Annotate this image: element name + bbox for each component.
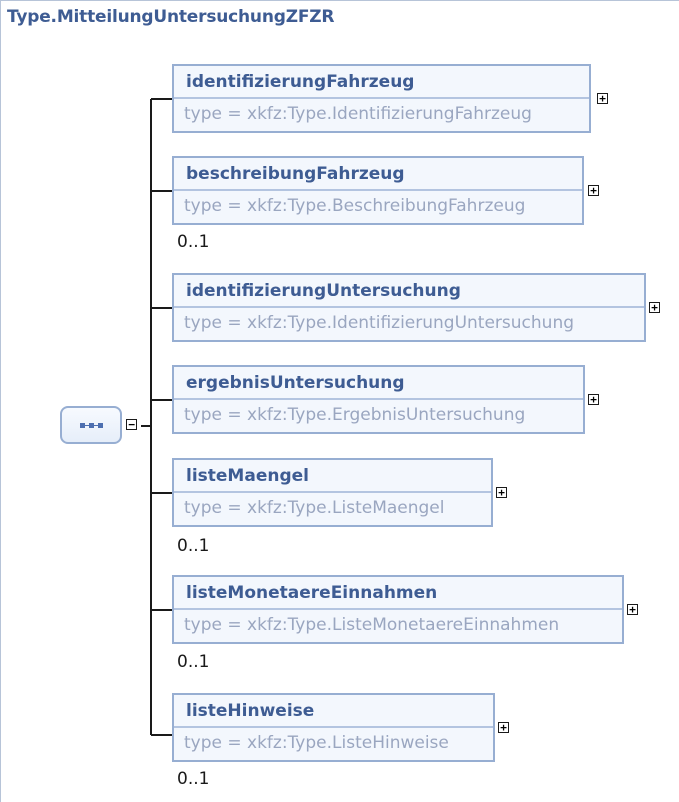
occurrence-label: 0..1 <box>177 232 210 252</box>
sequence-connector-stub <box>141 425 151 427</box>
expand-toggle-icon[interactable]: + <box>496 487 507 498</box>
expand-toggle-icon[interactable]: + <box>588 394 599 405</box>
element-type: type = xkfz:Type.ListeMaengel <box>184 498 445 518</box>
occurrence-label: 0..1 <box>177 652 210 672</box>
element-name: listeMonetaereEinnahmen <box>174 577 622 610</box>
element-identifizierung-fahrzeug[interactable]: identifizierungFahrzeug type = xkfz:Type… <box>172 64 591 133</box>
element-connector <box>151 307 173 309</box>
element-liste-monetaere-einnahmen[interactable]: listeMonetaereEinnahmen type = xkfz:Type… <box>172 575 624 644</box>
sequence-compositor[interactable] <box>60 406 122 444</box>
schema-diagram: Type.MitteilungUntersuchungZFZR − identi… <box>0 0 679 802</box>
element-liste-maengel[interactable]: listeMaengel type = xkfz:Type.ListeMaeng… <box>172 458 493 527</box>
element-type: type = xkfz:Type.IdentifizierungFahrzeug <box>184 104 532 124</box>
element-beschreibung-fahrzeug[interactable]: beschreibungFahrzeug type = xkfz:Type.Be… <box>172 156 584 225</box>
expand-toggle-icon[interactable]: + <box>588 185 599 196</box>
sequence-connector-vertical <box>150 99 152 735</box>
element-ergebnis-untersuchung[interactable]: ergebnisUntersuchung type = xkfz:Type.Er… <box>172 365 585 434</box>
element-name: listeHinweise <box>174 695 493 728</box>
element-connector <box>151 98 173 100</box>
occurrence-label: 0..1 <box>177 536 210 556</box>
occurrence-label: 0..1 <box>177 769 210 789</box>
element-connector <box>151 734 173 736</box>
element-type: type = xkfz:Type.ErgebnisUntersuchung <box>184 405 526 425</box>
collapse-toggle-icon[interactable]: − <box>126 419 137 430</box>
expand-toggle-icon[interactable]: + <box>498 722 509 733</box>
element-name: beschreibungFahrzeug <box>174 158 582 191</box>
sequence-icon <box>79 422 103 428</box>
element-identifizierung-untersuchung[interactable]: identifizierungUntersuchung type = xkfz:… <box>172 273 646 342</box>
element-connector <box>151 609 173 611</box>
element-name: listeMaengel <box>174 460 491 493</box>
element-name: ergebnisUntersuchung <box>174 367 583 400</box>
expand-toggle-icon[interactable]: + <box>627 604 638 615</box>
element-type: type = xkfz:Type.IdentifizierungUntersuc… <box>184 313 575 333</box>
element-connector <box>151 492 173 494</box>
element-type: type = xkfz:Type.ListeMonetaereEinnahmen <box>184 615 560 635</box>
element-connector <box>151 190 173 192</box>
element-type: type = xkfz:Type.ListeHinweise <box>184 733 449 753</box>
expand-toggle-icon[interactable]: + <box>649 302 660 313</box>
complex-type-title: Type.MitteilungUntersuchungZFZR <box>7 7 335 27</box>
element-connector <box>151 399 173 401</box>
element-name: identifizierungFahrzeug <box>174 66 589 99</box>
element-type: type = xkfz:Type.BeschreibungFahrzeug <box>184 196 526 216</box>
element-liste-hinweise[interactable]: listeHinweise type = xkfz:Type.ListeHinw… <box>172 693 495 762</box>
expand-toggle-icon[interactable]: + <box>597 93 608 104</box>
element-name: identifizierungUntersuchung <box>174 275 644 308</box>
